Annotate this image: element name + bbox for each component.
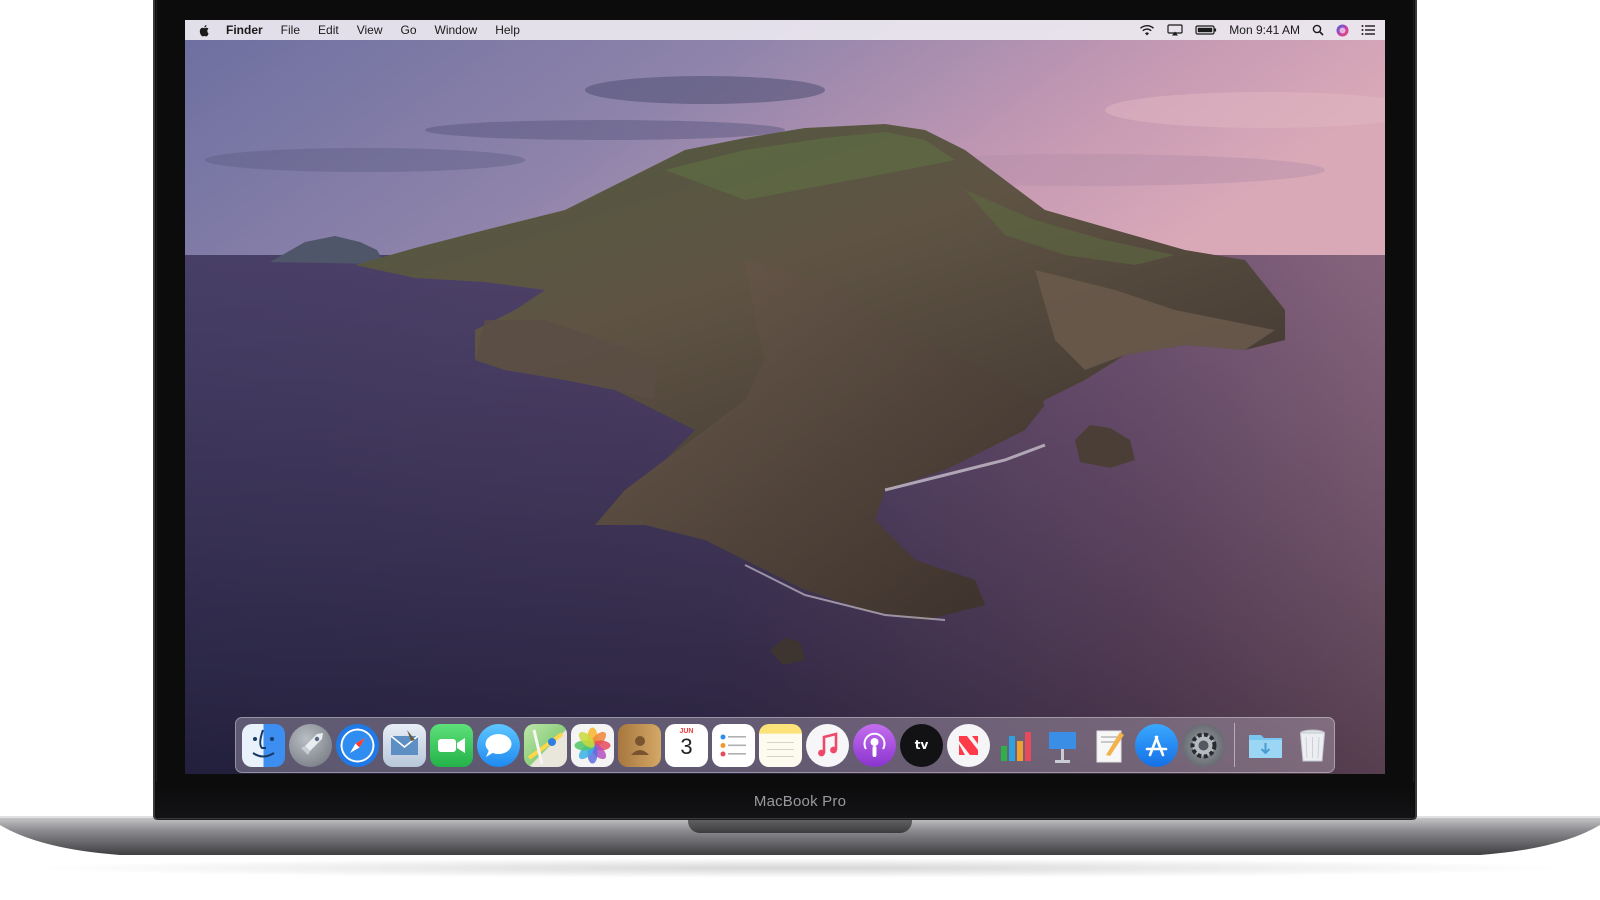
laptop-shadow [20,858,1580,878]
messages-icon[interactable] [477,723,520,767]
menu-app-finder[interactable]: Finder [217,20,272,40]
downloads-folder-icon[interactable] [1244,724,1287,767]
mail-icon[interactable] [383,723,426,767]
menu-view[interactable]: View [348,20,392,40]
app-store-icon[interactable] [1135,723,1178,767]
model-label: MacBook Pro [753,793,847,810]
menu-bar-left: Finder File Edit View Go Window Help [195,20,529,40]
spotlight-search-icon[interactable] [1312,24,1324,36]
notes-icon[interactable] [759,723,802,767]
menu-go[interactable]: Go [392,20,426,40]
dock-separator [1234,723,1235,767]
maps-icon[interactable] [524,723,567,767]
facetime-icon[interactable] [430,723,473,767]
menu-edit[interactable]: Edit [309,20,348,40]
airplay-icon[interactable] [1167,24,1183,36]
keynote-icon[interactable] [1041,724,1084,767]
apple-tv-label: tv [914,738,929,752]
safari-icon[interactable] [336,723,379,767]
finder-icon[interactable] [242,723,285,767]
menu-bar-right: Mon 9:41 AM [1139,23,1375,37]
menu-file[interactable]: File [272,20,309,40]
menu-bar: Finder File Edit View Go Window Help Mon… [185,20,1385,40]
menu-bar-clock[interactable]: Mon 9:41 AM [1229,23,1300,37]
menu-window[interactable]: Window [426,20,487,40]
news-icon[interactable] [947,723,990,767]
pages-icon[interactable] [1088,724,1131,767]
menu-help[interactable]: Help [486,20,529,40]
notification-center-icon[interactable] [1361,24,1375,36]
desktop-screen[interactable]: Finder File Edit View Go Window Help Mon… [185,20,1385,774]
numbers-icon[interactable] [994,724,1037,767]
music-icon[interactable] [806,723,849,767]
desktop-wallpaper [185,20,1385,774]
siri-icon[interactable] [1336,24,1349,37]
apple-logo-icon[interactable] [195,20,213,40]
dock: JUN 3 tv [235,717,1335,773]
contacts-icon[interactable] [618,723,661,767]
photos-icon[interactable] [571,723,614,767]
trash-icon[interactable] [1291,724,1334,767]
laptop-stage: MacBook Pro Finder File Edit View Go Win… [0,0,1600,900]
calendar-day: 3 [680,733,693,759]
apple-tv-icon[interactable]: tv [900,723,943,767]
reminders-icon[interactable] [712,723,755,767]
calendar-icon[interactable]: JUN 3 [665,723,708,767]
battery-icon[interactable] [1195,24,1217,36]
podcasts-icon[interactable] [853,723,896,767]
system-preferences-icon[interactable] [1182,723,1225,767]
wifi-icon[interactable] [1139,24,1155,36]
launchpad-icon[interactable] [289,723,332,767]
